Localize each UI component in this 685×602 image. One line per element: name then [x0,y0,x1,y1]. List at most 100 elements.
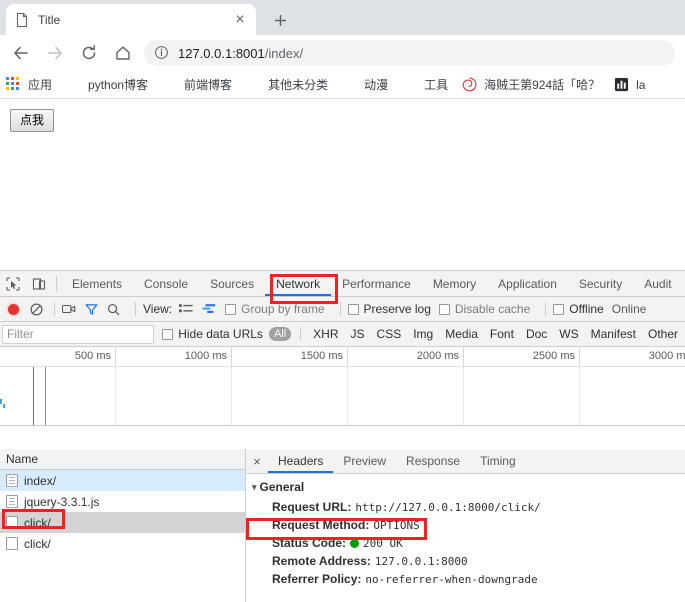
search-icon[interactable] [107,303,120,316]
tab-performance[interactable]: Performance [331,271,422,296]
clear-button[interactable] [30,303,43,316]
table-row[interactable]: click/ [0,533,245,554]
header-row-status-code: Status Code: 200 OK [252,534,685,552]
document-icon [6,537,18,550]
filter-type-ws[interactable]: WS [554,326,583,342]
network-split: Name index/ jquery-3.3.1.js click/ click… [0,449,685,602]
tab-headers[interactable]: Headers [268,449,334,473]
tab-preview[interactable]: Preview [333,449,396,473]
bookmark-onepiece[interactable]: 海贼王第924話「哈？ [462,76,600,93]
inspect-cursor-icon[interactable] [0,271,26,296]
disable-cache-checkbox[interactable]: Disable cache [438,302,530,316]
filter-type-doc[interactable]: Doc [521,326,552,342]
preserve-log-checkbox[interactable]: Preserve log [347,302,431,316]
browser-window: Title × 127.0.0.1:8001/index/ 应用 python博… [0,0,685,602]
network-overview[interactable]: 500 ms 1000 ms 1500 ms 2000 ms 2500 ms 3… [0,347,685,426]
tab-memory[interactable]: Memory [422,271,487,296]
document-icon [6,495,18,508]
header-key: Referrer Policy: [272,572,362,586]
filter-type-media[interactable]: Media [440,326,483,342]
request-list: index/ jquery-3.3.1.js click/ click/ [0,470,245,602]
filter-type-img[interactable]: Img [408,326,438,342]
camera-icon[interactable] [62,303,76,315]
tab-elements[interactable]: Elements [61,271,133,296]
details-tab-bar: × Headers Preview Response Timing [246,449,685,474]
url-path: /index/ [264,45,304,61]
view-label: View: [143,302,173,316]
tab-console[interactable]: Console [133,271,199,296]
section-title: General [259,480,305,494]
reload-button[interactable] [75,39,103,67]
tab-sources[interactable]: Sources [199,271,265,296]
info-icon[interactable] [154,45,170,61]
bookmark-la[interactable]: la [614,77,645,93]
filter-type-js[interactable]: JS [346,326,370,342]
address-bar[interactable]: 127.0.0.1:8001/index/ [144,40,675,66]
overview-bars [0,367,5,408]
folder-icon [162,77,178,93]
table-row[interactable]: jquery-3.3.1.js [0,491,245,512]
offline-label: Offline [569,302,604,316]
forward-button[interactable] [41,39,69,67]
device-toolbar-icon[interactable] [26,271,52,296]
close-icon[interactable]: × [232,11,248,28]
record-button[interactable] [8,303,19,315]
online-throttling-select[interactable]: Online [612,302,647,316]
new-tab-button[interactable] [268,8,292,32]
bookmark-python-blog[interactable]: python博客 [66,76,148,93]
bookmark-anime[interactable]: 动漫 [342,76,388,93]
home-button[interactable] [109,39,137,67]
overview-grid [0,367,685,425]
tab-network[interactable]: Network [265,271,332,296]
folder-icon [402,77,418,93]
column-header-name[interactable]: Name [0,449,245,470]
filter-type-all[interactable]: All [268,327,292,341]
apps-grid-icon [6,76,22,93]
filter-type-css[interactable]: CSS [372,326,407,342]
offline-checkbox[interactable]: Offline [553,302,604,316]
document-icon [6,474,18,487]
load-event-marker [45,367,46,425]
bookmark-frontend-blog[interactable]: 前端博客 [162,76,232,93]
back-button[interactable] [7,39,35,67]
tab-timing[interactable]: Timing [470,449,526,473]
filter-type-xhr[interactable]: XHR [308,326,343,342]
bookmarks-bar: 应用 python博客 前端博客 其他未分类 动漫 工具 海贼王第924話「哈？… [0,71,685,99]
header-value: 127.0.0.1:8000 [374,554,468,568]
click-me-button[interactable]: 点我 [10,109,55,132]
table-row[interactable]: index/ [0,470,245,491]
filter-type-manifest[interactable]: Manifest [586,326,641,342]
url-text: 127.0.0.1:8001/index/ [178,46,303,61]
bookmark-tools[interactable]: 工具 [402,76,448,93]
tick-label: 3000 ms [648,350,685,362]
headers-body: ▾ General Request URL: http://127.0.0.1:… [246,474,685,602]
header-value: no-referrer-when-downgrade [365,572,538,586]
browser-tab[interactable]: Title × [6,4,256,35]
close-icon[interactable]: × [246,449,268,473]
table-row[interactable]: click/ [0,512,245,533]
filter-type-other[interactable]: Other [643,326,683,342]
filter-input[interactable]: Filter [2,324,155,344]
bookmark-label: 其他未分类 [268,78,329,92]
header-value: http://127.0.0.1:8000/click/ [355,500,541,514]
waterfall-view-icon[interactable] [202,303,216,315]
funnel-icon[interactable] [85,303,98,316]
tab-audits[interactable]: Audit [633,271,682,296]
tab-application[interactable]: Application [487,271,568,296]
bookmark-label: 海贼王第924話「哈？ [484,78,601,92]
filter-type-font[interactable]: Font [485,326,519,342]
document-icon [6,516,18,529]
header-key: Request URL: [272,500,352,514]
hide-data-urls-checkbox[interactable]: Hide data URLs [162,327,263,341]
folder-icon [342,77,358,93]
tab-security[interactable]: Security [568,271,633,296]
preserve-log-label: Preserve log [363,302,431,316]
general-section-header[interactable]: ▾ General [252,480,685,494]
bookmark-apps[interactable]: 应用 [6,76,52,93]
list-view-icon[interactable] [179,303,193,315]
page-viewport: 点我 [0,99,685,256]
tab-response[interactable]: Response [396,449,470,473]
group-by-frame-checkbox[interactable]: Group by frame [225,302,325,316]
bookmark-uncategorized[interactable]: 其他未分类 [246,76,328,93]
header-value: 200 OK [363,536,403,550]
